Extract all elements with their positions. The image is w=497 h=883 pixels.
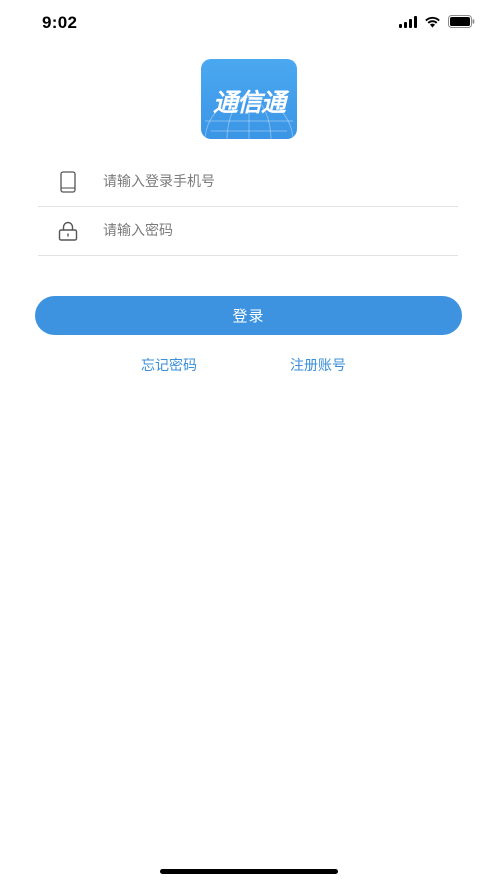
- logo-text: 通信通: [212, 88, 286, 117]
- battery-icon: [448, 15, 475, 28]
- wifi-icon: [424, 16, 441, 28]
- lock-icon: [57, 219, 79, 243]
- status-time: 9:02: [42, 13, 78, 32]
- login-button[interactable]: 登录: [35, 296, 462, 335]
- phone-icon: [57, 170, 79, 194]
- phone-input-row[interactable]: [38, 157, 458, 207]
- status-bar: 9:02: [0, 0, 497, 44]
- password-input[interactable]: [101, 221, 425, 240]
- app-logo: 通信通: [201, 59, 297, 139]
- register-account-link[interactable]: 注册账号: [290, 355, 346, 375]
- status-icons: [399, 15, 475, 28]
- home-indicator[interactable]: [160, 869, 338, 874]
- forgot-password-link[interactable]: 忘记密码: [141, 355, 197, 375]
- signal-icon: [399, 15, 417, 28]
- password-input-row[interactable]: [38, 206, 458, 256]
- phone-input[interactable]: [101, 172, 425, 191]
